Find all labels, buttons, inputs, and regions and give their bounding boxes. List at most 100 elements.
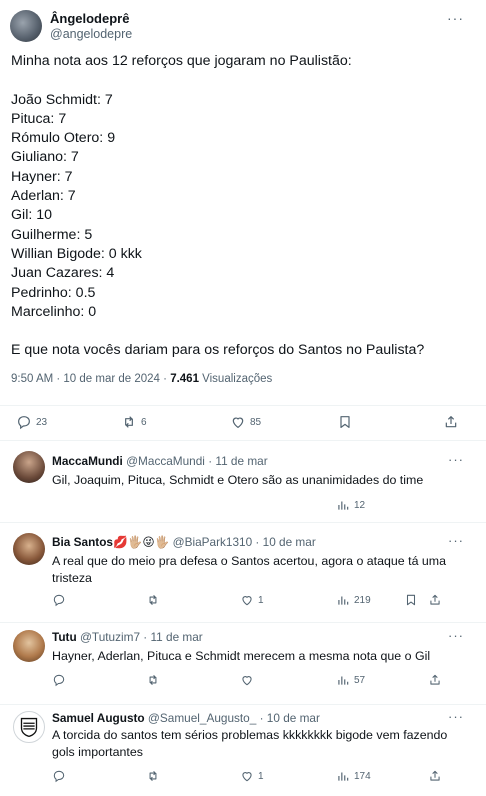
tweet-line: Rómulo Otero: 9 (11, 130, 116, 147)
tweet-line: Guilherme: 5 (11, 226, 93, 243)
tweet-line: Juan Cazares: 4 (11, 265, 115, 282)
like-button[interactable]: 85 (230, 414, 261, 430)
reply-text: A torcida do santos tem sérios problemas… (52, 728, 448, 759)
like-button[interactable]: 1 (240, 769, 264, 783)
more-options-icon[interactable]: ··· (448, 709, 464, 724)
bookmark-button[interactable] (337, 414, 353, 430)
reply-tweet[interactable]: MaccaMundi @MaccaMundi · 11 de mar ··· G… (0, 441, 486, 523)
tweet-line (11, 322, 471, 341)
more-options-icon[interactable]: ··· (448, 533, 464, 548)
reply-button[interactable] (52, 673, 66, 687)
reply-handle-date[interactable]: @BiaPark1310 · 10 de mar (173, 535, 316, 549)
views-button[interactable]: 12 (336, 498, 365, 512)
views-icon (338, 772, 349, 781)
like-count: 85 (250, 416, 262, 428)
reply-author-name[interactable]: Bia Santos💋🖐🏼😜🖐🏼 (52, 535, 169, 549)
reply-text: Hayner, Aderlan, Pituca e Schmidt merece… (52, 649, 431, 663)
share-button[interactable] (428, 673, 442, 687)
reply-author-name[interactable]: MaccaMundi (52, 454, 123, 468)
heart-icon (242, 596, 252, 606)
more-options-icon[interactable]: ··· (448, 628, 464, 643)
tweet-line (11, 71, 471, 90)
reply-button[interactable]: 23 (16, 414, 47, 430)
more-options-icon[interactable]: ··· (448, 452, 464, 467)
santos-crest-icon (20, 717, 38, 738)
reply-header: Bia Santos💋🖐🏼😜🖐🏼 @BiaPark1310 · 10 de ma… (52, 535, 316, 549)
reply-handle-date[interactable]: @MaccaMundi · 11 de mar (126, 454, 268, 468)
author-name[interactable]: Ângelodeprê (50, 11, 129, 26)
heart-icon (242, 772, 252, 782)
bookmark-icon (406, 594, 416, 606)
share-button[interactable] (428, 593, 442, 607)
reply-button[interactable] (52, 769, 66, 783)
avatar[interactable] (13, 711, 45, 743)
tweet-line: Minha nota aos 12 reforços que jogaram n… (11, 53, 352, 69)
avatar[interactable] (13, 451, 45, 483)
tweet-line: Aderlan: 7 (11, 188, 76, 205)
avatar[interactable] (13, 630, 45, 662)
retweet-icon (125, 416, 133, 428)
views-button[interactable]: 57 (336, 673, 365, 687)
tweet-line: E que nota vocês dariam para os reforços… (11, 342, 425, 359)
reply-handle-date[interactable]: @Samuel_Augusto_ · 10 de mar (148, 711, 320, 725)
view-count: 174 (354, 770, 371, 782)
reply-icon (53, 594, 65, 607)
reply-tweet[interactable]: Samuel Augusto @Samuel_Augusto_ · 10 de … (0, 705, 486, 796)
tweet-meta: 9:50 AM · 10 de mar de 2024 · 7.461 Visu… (11, 373, 272, 385)
reply-header: Tutu @Tutuzim7 · 11 de mar (52, 630, 203, 644)
retweet-button[interactable] (146, 673, 160, 687)
bookmark-button[interactable] (404, 593, 418, 607)
retweet-button[interactable]: 6 (121, 414, 147, 430)
tweet-line: Willian Bigode: 0 kkk (11, 245, 142, 262)
heart-icon (232, 417, 244, 428)
share-button[interactable] (428, 769, 442, 783)
view-count: 12 (354, 499, 366, 511)
like-button[interactable] (240, 673, 254, 687)
tweet-line: Gil: 10 (11, 207, 53, 224)
views-icon (338, 596, 349, 605)
like-count: 1 (258, 770, 264, 782)
view-count: 7.461 (170, 373, 199, 385)
reply-text: A real que do meio pra defesa o Santos a… (52, 554, 447, 585)
reply-icon (18, 416, 30, 430)
author-handle[interactable]: @angelodepre (50, 27, 132, 41)
views-icon (338, 676, 349, 685)
reply-header: Samuel Augusto @Samuel_Augusto_ · 10 de … (52, 711, 320, 725)
more-options-icon[interactable]: ··· (447, 10, 464, 26)
bookmark-icon (340, 416, 350, 428)
share-icon (445, 416, 457, 428)
like-button[interactable]: 1 (240, 593, 264, 607)
main-tweet: Ângelodeprê @angelodepre ··· Minha nota … (0, 0, 486, 441)
retweet-button[interactable] (146, 593, 160, 607)
reply-author-name[interactable]: Tutu (52, 630, 77, 644)
views-button[interactable]: 174 (336, 769, 371, 783)
share-icon (430, 674, 440, 685)
reply-handle-date[interactable]: @Tutuzim7 · 11 de mar (80, 630, 203, 644)
reply-tweet[interactable]: Bia Santos💋🖐🏼😜🖐🏼 @BiaPark1310 · 10 de ma… (0, 523, 486, 623)
tweet-timestamp[interactable]: 9:50 AM · 10 de mar de 2024 · (11, 373, 170, 385)
reply-button[interactable] (52, 593, 66, 607)
tweet-line: Pedrinho: 0.5 (11, 284, 96, 301)
retweet-icon (149, 770, 157, 782)
reply-count: 23 (36, 416, 48, 428)
author-avatar[interactable] (10, 10, 42, 42)
action-bar: 23 6 85 (0, 405, 486, 435)
reply-text: Gil, Joaquim, Pituca, Schmidt e Otero sã… (52, 473, 424, 487)
reply-icon (53, 674, 65, 687)
views-button[interactable]: 219 (336, 593, 371, 607)
retweet-button[interactable] (146, 769, 160, 783)
reply-tweet[interactable]: Tutu @Tutuzim7 · 11 de mar ··· Hayner, A… (0, 623, 486, 705)
avatar[interactable] (13, 533, 45, 565)
retweet-icon (149, 594, 157, 606)
tweet-line: Hayner: 7 (11, 168, 73, 185)
reply-header: MaccaMundi @MaccaMundi · 11 de mar (52, 454, 268, 468)
heart-icon (242, 676, 252, 686)
retweet-count: 6 (141, 416, 147, 428)
share-button[interactable] (443, 414, 459, 430)
view-count: 57 (354, 674, 366, 686)
tweet-text: Minha nota aos 12 reforços que jogaram n… (11, 52, 471, 361)
reply-icon (53, 770, 65, 783)
reply-author-name[interactable]: Samuel Augusto (52, 711, 145, 725)
view-count: 219 (354, 594, 371, 606)
views-icon (338, 501, 349, 510)
